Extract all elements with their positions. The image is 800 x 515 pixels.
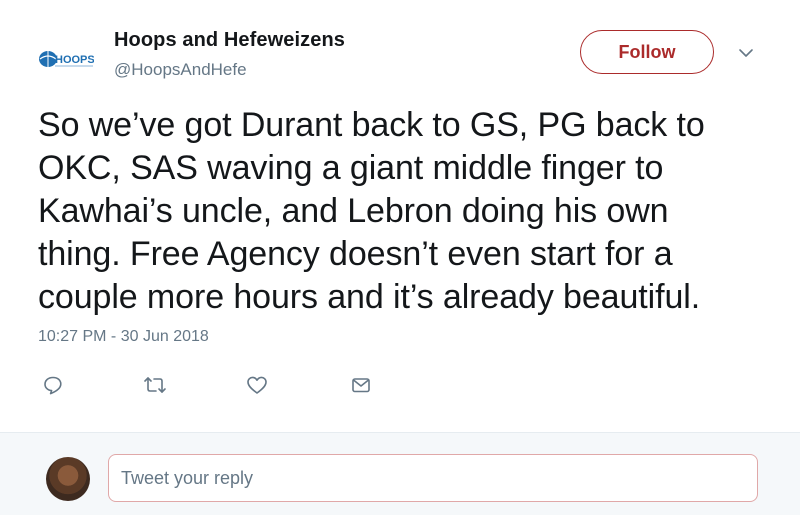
retweet-icon[interactable]	[142, 372, 168, 398]
reply-area	[0, 432, 800, 515]
tweet-text: So we’ve got Durant back to GS, PG back …	[38, 106, 705, 316]
follow-button[interactable]: Follow	[580, 30, 714, 74]
tweet-card: HOOPS Hoops and Hefeweizens @HoopsAndHef…	[0, 0, 800, 432]
user-avatar	[46, 457, 90, 501]
hoops-logo-icon: HOOPS	[39, 51, 94, 67]
svg-text:HOOPS: HOOPS	[55, 54, 94, 66]
author-handle[interactable]: @HoopsAndHefe	[114, 60, 247, 80]
envelope-icon[interactable]	[348, 372, 374, 398]
author-avatar[interactable]: HOOPS	[38, 30, 96, 88]
tweet-timestamp[interactable]: 10:27 PM - 30 Jun 2018	[38, 328, 209, 346]
chevron-down-icon[interactable]	[736, 46, 756, 60]
author-name[interactable]: Hoops and Hefeweizens	[114, 29, 345, 52]
reply-icon[interactable]	[40, 372, 66, 398]
tweet-actions	[0, 366, 800, 402]
heart-icon[interactable]	[244, 372, 270, 398]
reply-input[interactable]	[108, 454, 758, 502]
